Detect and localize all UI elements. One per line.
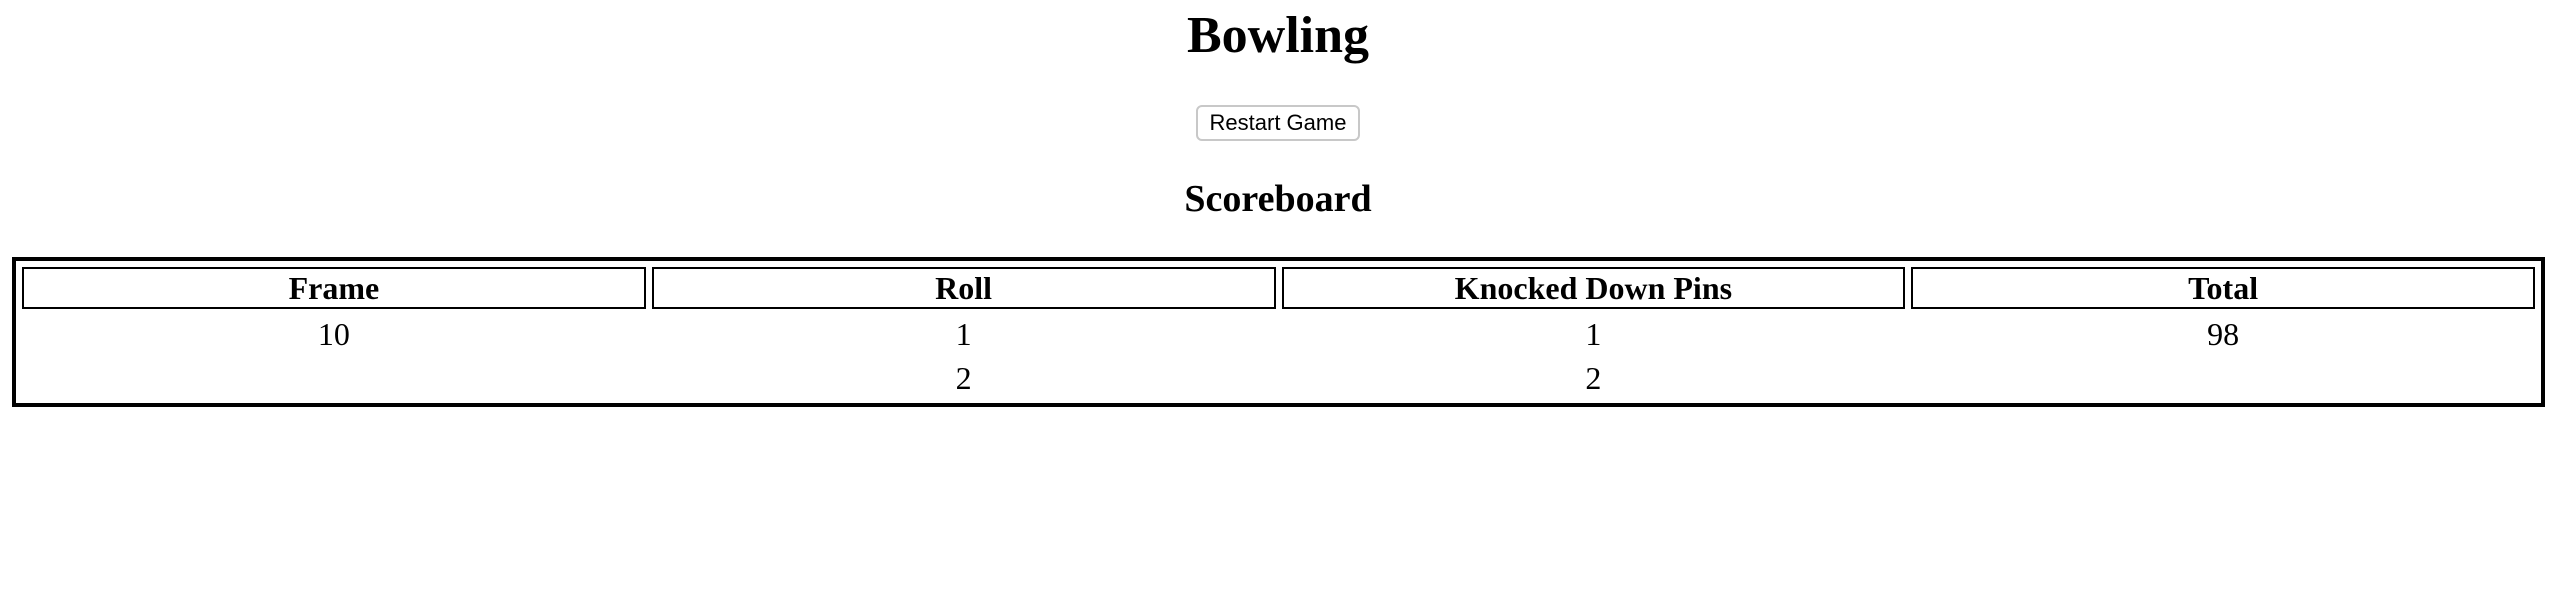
controls: Restart Game <box>0 105 2556 141</box>
restart-game-button[interactable]: Restart Game <box>1195 105 1361 141</box>
cell-frame <box>22 359 646 397</box>
cell-roll: 2 <box>955 359 972 396</box>
page-title: Bowling <box>1186 7 1370 64</box>
page: Bowling Restart Game Scoreboard Frame Ro… <box>0 0 2556 592</box>
scoreboard-heading: Scoreboard <box>1184 178 1372 220</box>
cell-total <box>1911 359 2535 397</box>
cell-roll: 1 <box>955 315 972 352</box>
cell-knocked-down-pins: 1 <box>1585 315 1602 352</box>
column-header-knocked-down-pins: Knocked Down Pins <box>1281 267 1906 309</box>
cell-knocked-down-pins: 2 <box>1585 359 1602 396</box>
column-header-total: Total <box>1911 267 2535 309</box>
cell-frame: 10 <box>317 315 350 352</box>
cell-total: 98 <box>2207 315 2240 352</box>
scoreboard-table: Frame Roll Knocked Down Pins Total 10 1 … <box>12 257 2545 407</box>
table-row: 2 2 <box>22 359 2535 397</box>
table-row: 10 1 1 98 <box>22 315 2535 353</box>
column-header-roll: Roll <box>651 267 1276 309</box>
header-row: Frame Roll Knocked Down Pins Total <box>22 267 2535 309</box>
column-header-frame: Frame <box>22 267 646 309</box>
